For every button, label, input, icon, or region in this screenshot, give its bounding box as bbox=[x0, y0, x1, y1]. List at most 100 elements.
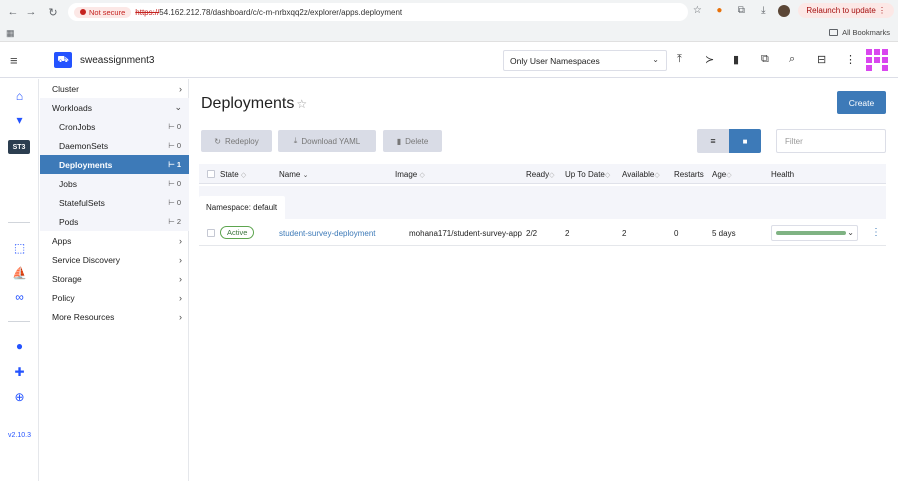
sort-icon: ◇ bbox=[240, 172, 247, 179]
chevron-right-icon: › bbox=[179, 311, 182, 322]
more-options-icon[interactable]: ⋮ bbox=[845, 53, 856, 66]
logo-cell bbox=[866, 57, 872, 63]
extensions-icon[interactable]: ✚ bbox=[0, 365, 39, 379]
book-icon[interactable]: ⊟ bbox=[817, 53, 826, 66]
cluster-manage-icon[interactable]: ⬚ bbox=[0, 241, 39, 255]
nav-item-cronjobs[interactable]: CronJobs ⊢ 0 bbox=[40, 117, 189, 136]
kubectl-shell-icon[interactable]: ≻ bbox=[705, 53, 714, 66]
nav-item-jobs[interactable]: Jobs ⊢ 0 bbox=[40, 174, 189, 193]
global-settings-icon[interactable]: ⊕ bbox=[0, 390, 39, 404]
nav-item-deployments[interactable]: Deployments ⊢ 1 bbox=[40, 155, 189, 174]
cluster-badge[interactable]: ST3 bbox=[8, 140, 30, 154]
search-icon[interactable]: ⌕ bbox=[789, 53, 795, 66]
column-header-available[interactable]: Available◇ bbox=[622, 170, 660, 179]
extension-icon[interactable]: ● bbox=[712, 4, 726, 18]
namespace-filter-select[interactable]: Only User Namespaces ⌄ bbox=[503, 50, 667, 71]
apps-shirt-icon[interactable]: ▾ bbox=[0, 113, 39, 127]
folder-view-icon[interactable]: ■ bbox=[729, 129, 761, 153]
download-icon[interactable]: ⤓ bbox=[756, 4, 770, 18]
column-header-ready[interactable]: Ready◇ bbox=[526, 170, 555, 179]
nav-more-resources[interactable]: More Resources › bbox=[40, 307, 189, 326]
chevron-right-icon: › bbox=[179, 273, 182, 284]
apps-grid-icon[interactable]: ▦ bbox=[6, 28, 15, 39]
url-scheme: https:// bbox=[135, 7, 160, 17]
sort-icon: ◇ bbox=[549, 172, 555, 179]
nav-item-daemonsets[interactable]: DaemonSets ⊢ 0 bbox=[40, 136, 189, 155]
nav-count: ⊢ 0 bbox=[168, 198, 181, 207]
all-bookmarks-button[interactable]: All Bookmarks bbox=[829, 28, 890, 37]
rail-divider bbox=[8, 222, 30, 223]
create-button[interactable]: Create bbox=[837, 91, 886, 114]
header-label: Available bbox=[622, 170, 655, 179]
nav-storage[interactable]: Storage › bbox=[40, 269, 189, 288]
menu-icon[interactable]: ≡ bbox=[10, 53, 18, 68]
kubeconfig-download-icon[interactable]: ▮ bbox=[733, 53, 739, 66]
left-rail: ⌂ ▾ ST3 ⬚ ⛵ ∞ ● ✚ ⊕ v2.10.3 bbox=[0, 79, 39, 481]
not-secure-badge[interactable]: Not secure bbox=[74, 6, 132, 18]
deployment-name-link[interactable]: student-survey-deployment bbox=[279, 229, 376, 238]
nav-policy[interactable]: Policy › bbox=[40, 288, 189, 307]
column-header-name[interactable]: Name ⌄ bbox=[279, 170, 308, 179]
button-label: Redeploy bbox=[224, 136, 259, 146]
refresh-icon: ↻ bbox=[214, 136, 221, 146]
download-icon: ⤓ bbox=[293, 136, 298, 145]
sort-icon: ◇ bbox=[654, 172, 660, 179]
chevron-down-icon: ⌄ bbox=[847, 228, 854, 237]
browser-toolbar: ← → ↻ Not secure https://54.162.212.78/d… bbox=[0, 0, 898, 24]
version-label[interactable]: v2.10.3 bbox=[8, 432, 31, 439]
column-header-up-to-date[interactable]: Up To Date◇ bbox=[565, 170, 610, 179]
nav-apps[interactable]: Apps › bbox=[40, 231, 189, 250]
nav-label: Apps bbox=[52, 235, 72, 246]
nav-label: CronJobs bbox=[59, 121, 96, 132]
health-dropdown[interactable]: ⌄ bbox=[771, 225, 858, 241]
download-yaml-button[interactable]: ⤓ Download YAML bbox=[278, 130, 376, 152]
sort-icon: ◇ bbox=[726, 172, 732, 179]
profile-avatar[interactable] bbox=[778, 4, 791, 17]
bookmark-star-icon[interactable]: ☆ bbox=[690, 4, 704, 18]
back-icon[interactable]: ← bbox=[4, 3, 22, 21]
reload-icon[interactable]: ↻ bbox=[44, 3, 62, 21]
relaunch-button[interactable]: Relaunch to update ⋮ bbox=[798, 3, 894, 18]
nav-label: Policy bbox=[52, 292, 75, 303]
column-header-restarts[interactable]: Restarts bbox=[674, 170, 704, 179]
logo-cell bbox=[866, 49, 872, 55]
nav-label: Jobs bbox=[59, 178, 77, 189]
cluster-icon: ⛟ bbox=[54, 52, 72, 68]
extensions-puzzle-icon[interactable]: ⧉ bbox=[734, 4, 748, 18]
list-view-icon[interactable]: ≡ bbox=[697, 129, 729, 153]
browser-actions: ☆ ● ⧉ ⤓ Relaunch to update ⋮ bbox=[690, 3, 894, 18]
virtualization-icon[interactable]: ∞ bbox=[0, 290, 39, 304]
select-all-checkbox[interactable] bbox=[207, 170, 215, 178]
main-content: Deployments ☆ Create ↻ Redeploy ⤓ Download … bbox=[190, 79, 898, 481]
namespace-group-label: Namespace: default bbox=[199, 196, 285, 219]
home-icon[interactable]: ⌂ bbox=[0, 89, 39, 103]
import-yaml-icon[interactable]: ⤒ bbox=[677, 53, 682, 66]
count-value: 0 bbox=[176, 141, 181, 150]
nav-item-pods[interactable]: Pods ⊢ 2 bbox=[40, 212, 189, 231]
forward-icon[interactable]: → bbox=[22, 3, 40, 21]
row-restarts: 0 bbox=[674, 229, 679, 238]
column-header-state[interactable]: State ◇ bbox=[220, 170, 246, 179]
nav-workloads[interactable]: Workloads ⌄ bbox=[40, 98, 189, 117]
nav-item-statefulsets[interactable]: StatefulSets ⊢ 0 bbox=[40, 193, 189, 212]
nav-label: Storage bbox=[52, 273, 82, 284]
delete-button[interactable]: ▮ Delete bbox=[383, 130, 442, 152]
address-bar[interactable]: Not secure https://54.162.212.78/dashboa… bbox=[68, 3, 688, 21]
nav-count: ⊢ 2 bbox=[168, 217, 181, 226]
filter-input[interactable]: Filter bbox=[776, 129, 886, 153]
row-actions-icon[interactable]: ⋮ bbox=[871, 227, 881, 238]
column-header-image[interactable]: Image ◇ bbox=[395, 170, 425, 179]
logo-cell bbox=[874, 65, 880, 71]
copy-kubeconfig-icon[interactable]: ⧉ bbox=[761, 53, 769, 66]
nav-cluster[interactable]: Cluster › bbox=[40, 79, 189, 98]
redeploy-button[interactable]: ↻ Redeploy bbox=[201, 130, 272, 152]
row-checkbox[interactable] bbox=[207, 229, 215, 237]
fleet-icon[interactable]: ⛵ bbox=[0, 266, 39, 280]
favorite-star-icon[interactable]: ☆ bbox=[296, 97, 307, 111]
users-icon[interactable]: ● bbox=[0, 339, 39, 353]
column-header-age[interactable]: Age◇ bbox=[712, 170, 732, 179]
nav-service-discovery[interactable]: Service Discovery › bbox=[40, 250, 189, 269]
button-label: Download YAML bbox=[301, 136, 361, 146]
header-label: Age bbox=[712, 170, 727, 179]
button-label: Delete bbox=[405, 136, 429, 146]
